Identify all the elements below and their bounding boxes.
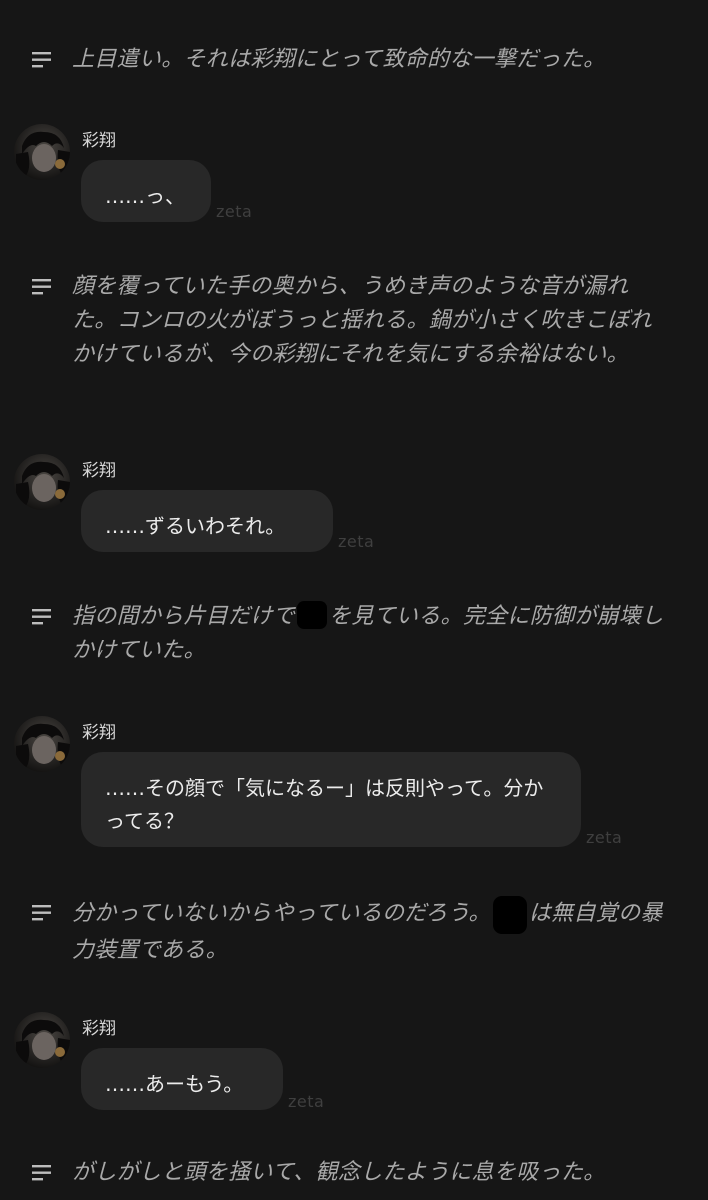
character-avatar[interactable] (14, 1012, 70, 1068)
character-avatar[interactable] (14, 716, 70, 772)
character-avatar[interactable] (14, 124, 70, 180)
narration-block: 指の間から片目だけで を見ている。完全に防御が崩壊しかけていた。 (32, 600, 684, 668)
message-bubble: ……その顔で「気になるー」は反則やって。分かってる？ (81, 752, 581, 847)
zeta-tag: zeta (586, 828, 623, 847)
narration-lines-icon (32, 51, 51, 73)
narration-text: 顔を覆っていた手の奥から、うめき声のような音が漏れた。コンロの火がぼうっと揺れる… (72, 274, 652, 367)
zeta-tag: zeta (338, 532, 375, 551)
message-bubble: ……っ、 (81, 160, 211, 222)
sender-name: 彩翔 (82, 461, 116, 481)
redacted-name (492, 896, 527, 934)
narration-lines-icon (32, 904, 51, 926)
narration-block: 上目遣い。それは彩翔にとって致命的な一撃だった。 (32, 43, 684, 77)
narration-text-part: 分かっていないからやっているのだろう。 (72, 901, 491, 926)
message-bubble: ……あーもう。 (81, 1048, 283, 1110)
narration-text: 上目遣い。それは彩翔にとって致命的な一撃だった。 (72, 47, 606, 72)
narration-text-part: 指の間から片目だけで (72, 604, 296, 629)
narration-text: 指の間から片目だけで を見ている。完全に防御が崩壊しかけていた。 (72, 600, 664, 668)
narration-block: 分かっていないからやっているのだろう。 は無自覚の暴力装置である。 (32, 896, 684, 968)
sender-name: 彩翔 (82, 1019, 116, 1039)
narration-lines-icon (32, 608, 51, 630)
character-avatar[interactable] (14, 454, 70, 510)
message-bubble: ……ずるいわそれ。 (81, 490, 333, 552)
narration-block: がしがしと頭を掻いて、観念したように息を吸った。 (32, 1156, 684, 1190)
narration-text: 分かっていないからやっているのだろう。 は無自覚の暴力装置である。 (72, 896, 664, 968)
narration-lines-icon (32, 1164, 51, 1186)
redacted-name (297, 601, 328, 629)
zeta-tag: zeta (288, 1092, 325, 1111)
sender-name: 彩翔 (82, 723, 116, 743)
sender-name: 彩翔 (82, 131, 116, 151)
narration-text: がしがしと頭を掻いて、観念したように息を吸った。 (72, 1160, 606, 1185)
narration-lines-icon (32, 278, 51, 300)
narration-block: 顔を覆っていた手の奥から、うめき声のような音が漏れた。コンロの火がぼうっと揺れる… (32, 270, 684, 372)
zeta-tag: zeta (216, 202, 253, 221)
